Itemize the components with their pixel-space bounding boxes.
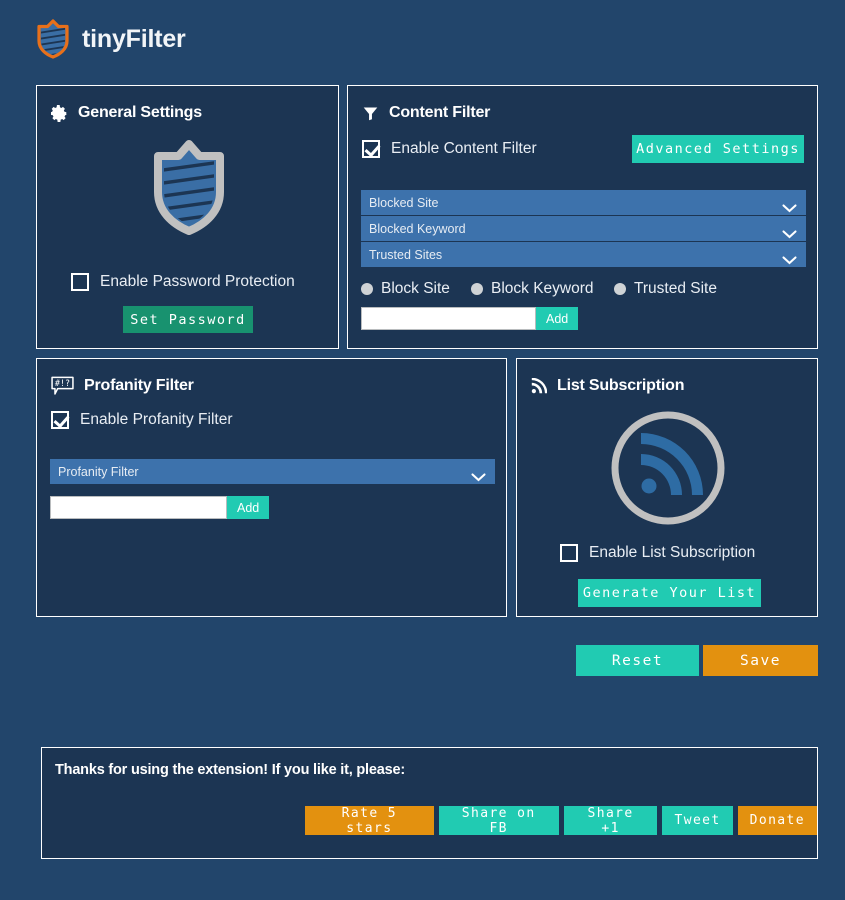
app-title: tinyFilter [82, 24, 186, 53]
checkbox-label: Enable Profanity Filter [80, 411, 233, 428]
list-subscription-panel: List Subscription Enable List Subscripti… [516, 358, 818, 617]
checkbox-box[interactable] [71, 273, 89, 291]
checkbox-box[interactable] [362, 140, 380, 158]
rate-5-stars-button[interactable]: Rate 5 stars [305, 806, 434, 836]
profanity-filter-select[interactable]: Profanity Filter [50, 459, 495, 485]
radio-dot[interactable] [471, 283, 483, 295]
app-header: tinyFilter [36, 14, 186, 64]
content-filter-add-row: Add [361, 307, 579, 330]
chevron-down-icon [782, 226, 797, 244]
select-label: Blocked Keyword [369, 221, 466, 236]
reset-button[interactable]: Reset [576, 645, 699, 676]
checkbox-label: Enable Password Protection [100, 273, 295, 290]
select-label: Profanity Filter [58, 464, 139, 479]
donate-button[interactable]: Donate [737, 806, 817, 835]
radio-block-keyword[interactable]: Block Keyword [471, 280, 614, 298]
footer-panel: Thanks for using the extension! If you l… [41, 747, 818, 859]
filter-type-radio-group: Block Site Block Keyword Trusted Site [361, 280, 717, 298]
panel-title: List Subscription [557, 377, 685, 394]
share-plus-one-button[interactable]: Share +1 [563, 806, 658, 836]
panel-title: Profanity Filter [84, 377, 194, 394]
content-filter-header: Content Filter [348, 86, 817, 126]
enable-content-filter-checkbox[interactable]: Enable Content Filter [362, 140, 537, 158]
svg-text:#!?: #!? [55, 378, 70, 388]
tweet-button[interactable]: Tweet [662, 806, 733, 835]
radio-label: Block Site [381, 280, 450, 297]
blocked-keyword-select[interactable]: Blocked Keyword [361, 216, 806, 242]
select-label: Trusted Sites [369, 247, 443, 262]
save-button[interactable]: Save [703, 645, 818, 676]
radio-label: Block Keyword [491, 280, 594, 297]
rss-icon [531, 378, 547, 394]
chevron-down-icon [782, 200, 797, 218]
funnel-icon [362, 105, 379, 122]
radio-dot[interactable] [361, 283, 373, 295]
blocked-site-select[interactable]: Blocked Site [361, 190, 806, 216]
radio-dot[interactable] [614, 283, 626, 295]
speech-bubble-profanity-icon: #!? [51, 376, 74, 396]
enable-password-protection-checkbox[interactable]: Enable Password Protection [71, 273, 295, 291]
content-filter-panel: Content Filter Enable Content Filter Adv… [347, 85, 818, 349]
checkbox-box[interactable] [560, 544, 578, 562]
profanity-filter-header: #!? Profanity Filter [37, 359, 506, 399]
content-filter-input[interactable] [361, 307, 536, 330]
advanced-settings-button[interactable]: Advanced Settings [632, 135, 804, 163]
share-on-fb-button[interactable]: Share on FB [438, 806, 559, 836]
panel-title: General Settings [78, 104, 202, 121]
footer-share-buttons: Rate 5 stars Share on FB Share +1 Tweet … [305, 806, 817, 836]
trusted-sites-select[interactable]: Trusted Sites [361, 242, 806, 268]
chevron-down-icon [782, 252, 797, 270]
shield-icon [36, 19, 70, 59]
rss-circle-icon [609, 409, 727, 532]
profanity-filter-add-button[interactable]: Add [227, 496, 270, 519]
tinyfilter-options-page: tinyFilter General Settings Enable Passw… [0, 0, 845, 900]
gear-icon [51, 104, 68, 122]
enable-profanity-filter-checkbox[interactable]: Enable Profanity Filter [51, 411, 233, 429]
radio-label: Trusted Site [634, 280, 717, 297]
list-subscription-header: List Subscription [517, 359, 817, 399]
shield-striped-icon [150, 139, 228, 244]
checkbox-label: Enable List Subscription [589, 544, 756, 561]
select-label: Blocked Site [369, 195, 439, 210]
profanity-filter-add-row: Add [50, 496, 270, 519]
radio-trusted-site[interactable]: Trusted Site [614, 280, 717, 298]
footer-message: Thanks for using the extension! If you l… [55, 762, 405, 778]
profanity-filter-input[interactable] [50, 496, 227, 519]
general-settings-header: General Settings [37, 86, 338, 126]
content-filter-add-button[interactable]: Add [536, 307, 579, 330]
content-filter-select-list: Blocked Site Blocked Keyword Trusted Sit… [361, 190, 806, 268]
chevron-down-icon [471, 469, 486, 487]
checkbox-box[interactable] [51, 411, 69, 429]
radio-block-site[interactable]: Block Site [361, 280, 471, 298]
profanity-filter-panel: #!? Profanity Filter Enable Profanity Fi… [36, 358, 507, 617]
general-settings-panel: General Settings Enable Password Protect… [36, 85, 339, 349]
panel-title: Content Filter [389, 104, 491, 121]
generate-your-list-button[interactable]: Generate Your List [578, 579, 761, 607]
checkbox-label: Enable Content Filter [391, 140, 537, 157]
set-password-button[interactable]: Set Password [123, 306, 253, 333]
enable-list-subscription-checkbox[interactable]: Enable List Subscription [560, 544, 755, 562]
